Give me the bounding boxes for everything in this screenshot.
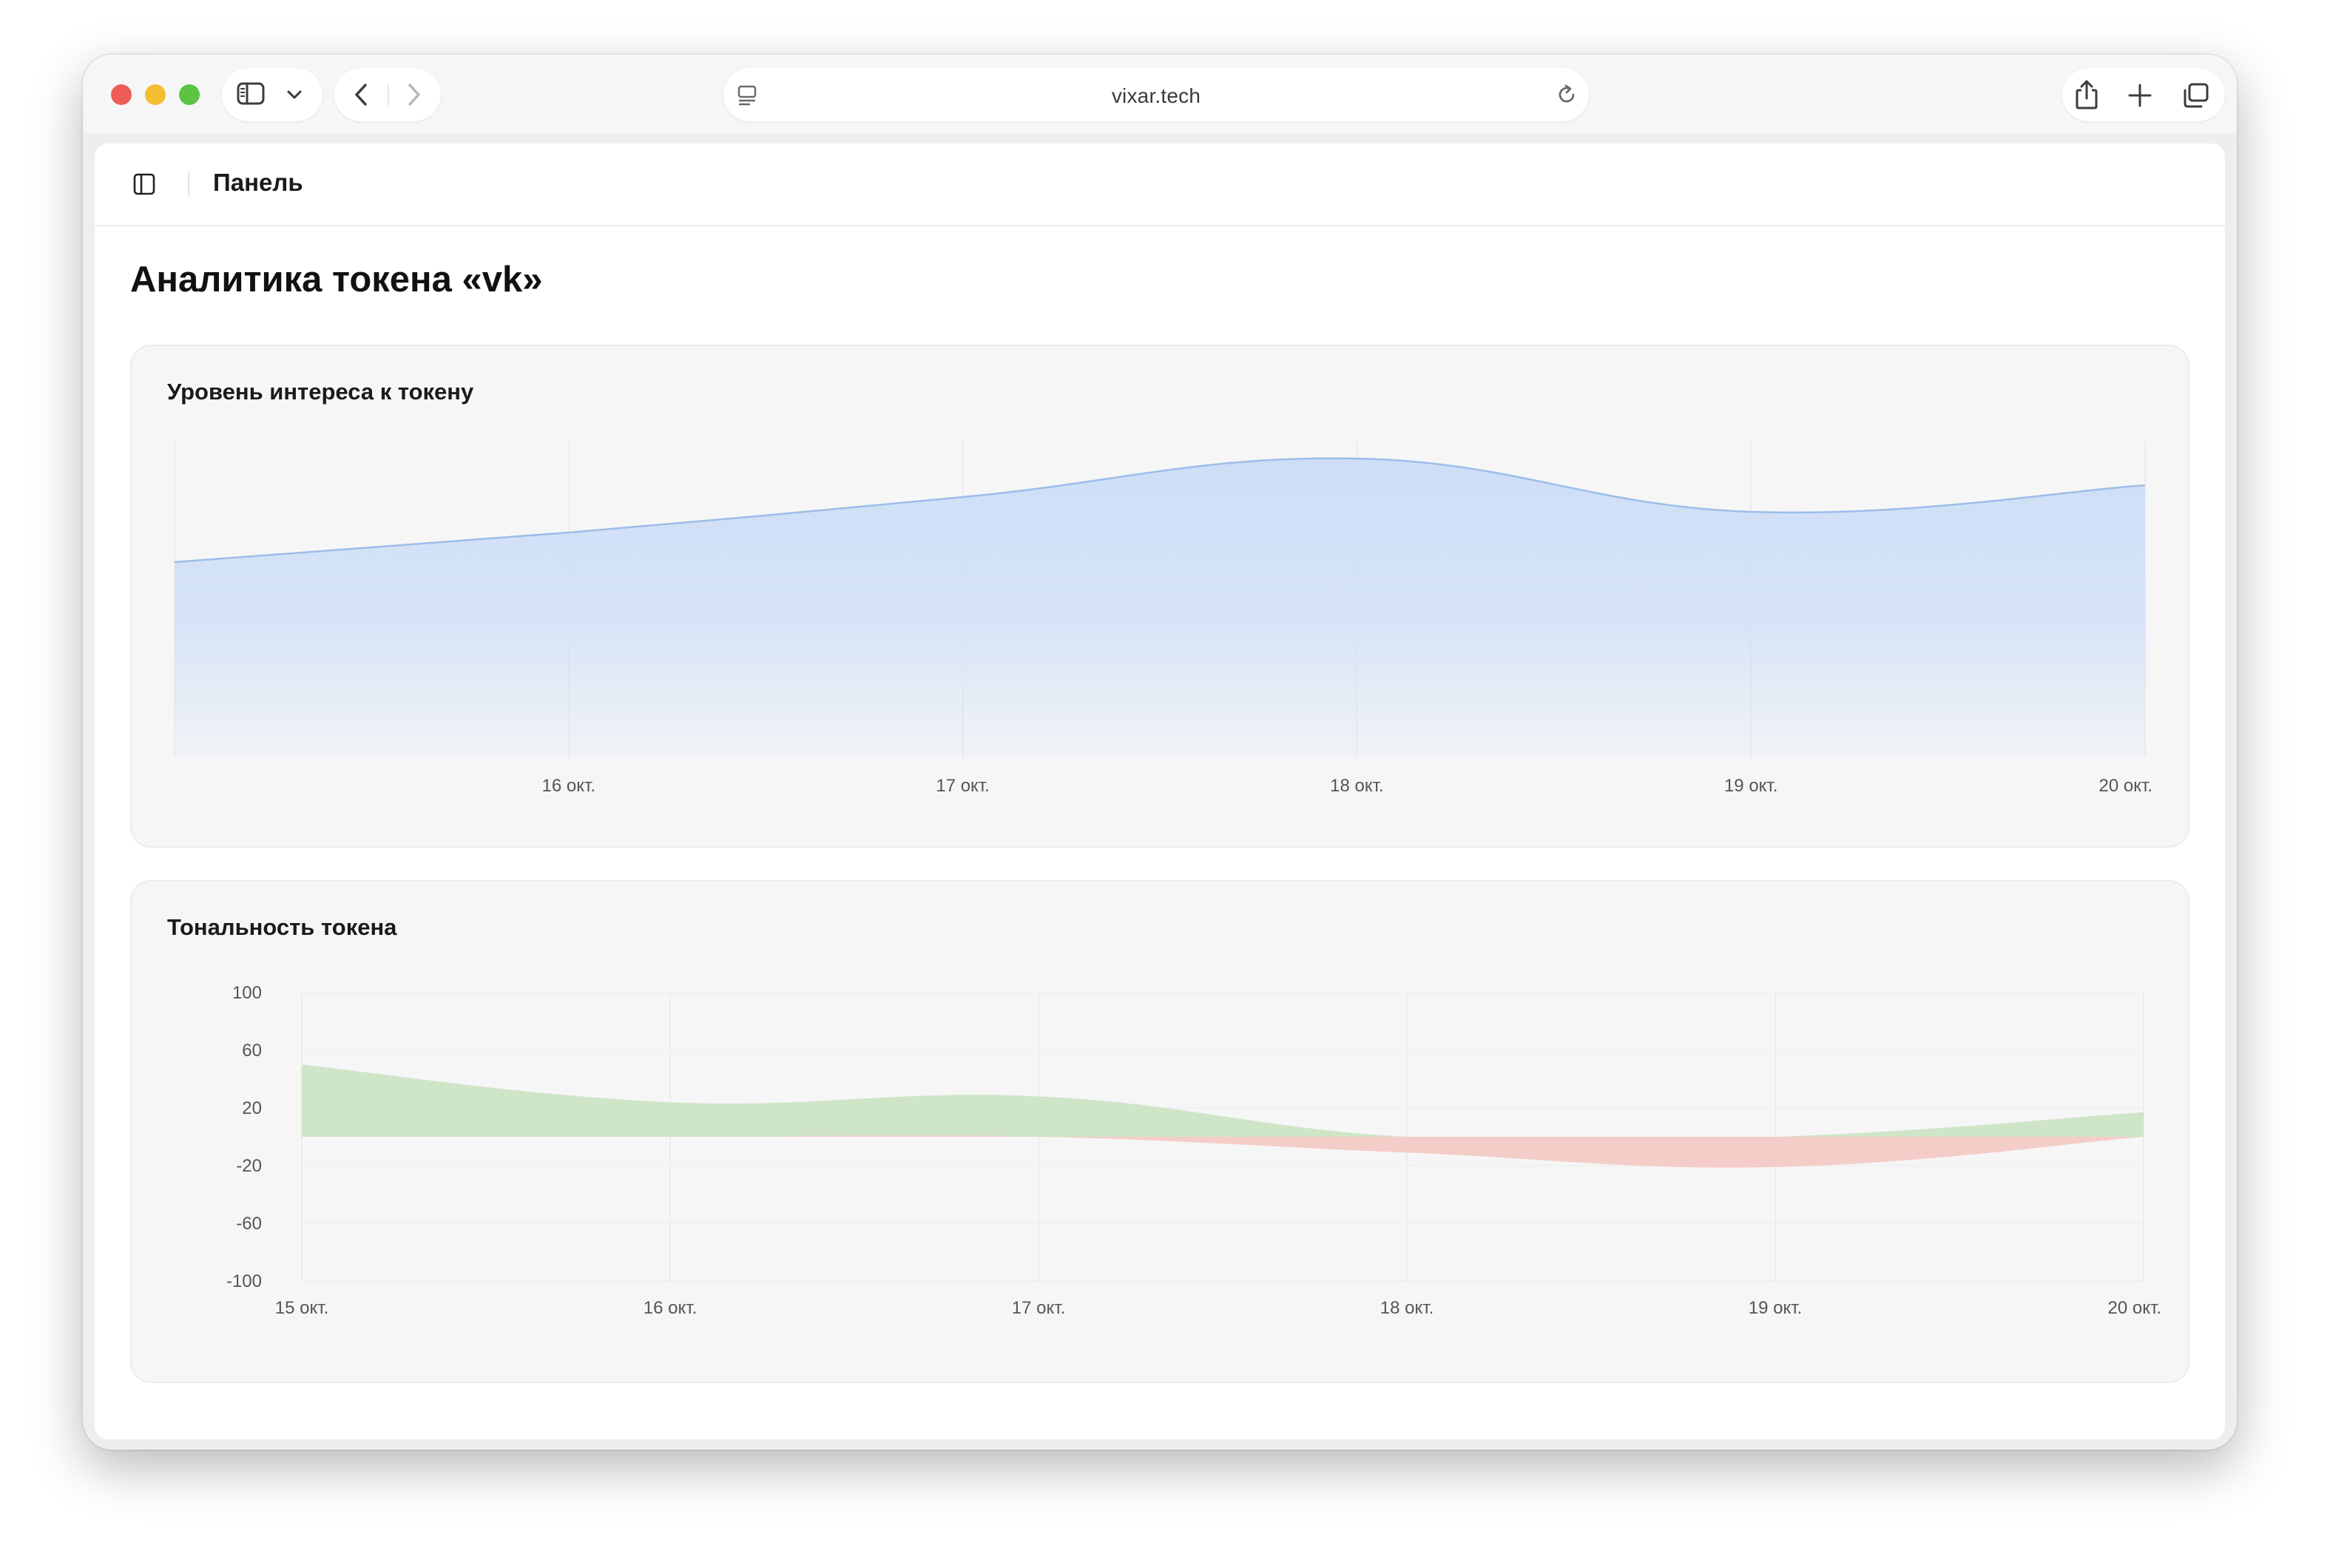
chevron-down-icon[interactable] [286,87,303,102]
interest-area [175,458,2145,757]
navigation-group [334,68,441,121]
share-icon[interactable] [2073,78,2101,111]
toolbar-actions-group [2062,68,2225,121]
sentiment-y-tick-label: 20 [242,1098,262,1118]
sentiment-positive-area [302,1064,2144,1142]
sentiment-x-tick-label: 18 окт. [1380,1298,1434,1318]
back-icon[interactable] [351,81,373,108]
sentiment-x-tick-label: 17 окт. [1012,1298,1065,1318]
header-title: Панель [213,169,303,196]
sentiment-y-tick-label: -100 [226,1271,262,1291]
sentiment-y-tick-label: -20 [236,1156,262,1176]
url-text: vixar.tech [1111,84,1201,107]
browser-window: vixar.tech Панель Аналитика токена «vk» … [83,55,2237,1450]
sentiment-x-tick-label: 16 окт. [644,1298,697,1318]
sentiment-chart-card: Тональность токена 100 60 20 -20 -60 -100 15 о… [130,880,2189,1383]
page-title: Аналитика токена «vk» [130,260,543,300]
sentiment-y-tick-label: -60 [236,1214,262,1234]
close-window-button[interactable] [111,84,132,105]
sentiment-chart: 100 60 20 -20 -60 -100 15 окт. 16 окт. 17 окт. 18… [226,983,2161,1318]
minimize-window-button[interactable] [145,84,166,105]
sentiment-negative-area [302,1135,2144,1168]
interest-chart: 16 окт. 17 окт. 18 окт. 19 окт. 20 окт. [174,441,2152,796]
interest-x-tick-label: 18 окт. [1330,776,1383,796]
sidebar-toggle-icon[interactable] [133,173,155,195]
interest-x-tick-label: 20 окт. [2099,776,2152,796]
reload-icon[interactable] [1555,83,1578,107]
sentiment-y-tick-label: 100 [232,983,262,1003]
sentiment-y-tick-label: 60 [242,1041,262,1061]
sidebar-icon[interactable] [237,81,265,107]
sentiment-x-tick-label: 15 окт. [275,1298,328,1318]
header-divider [188,172,189,197]
interest-x-tick-label: 19 окт. [1724,776,1777,796]
forward-icon[interactable] [402,81,425,108]
zoom-window-button[interactable] [179,84,200,105]
sidebar-toggle-group [222,68,323,121]
browser-toolbar: vixar.tech [83,55,2237,133]
sentiment-x-tick-label: 20 окт. [2108,1298,2161,1318]
page-content: Панель Аналитика токена «vk» Уровень инт… [95,143,2225,1439]
sentiment-x-tick-label: 19 окт. [1749,1298,1802,1318]
interest-chart-card: Уровень интереса к токену 16 окт. 17 окт.… [130,345,2189,848]
interest-x-tick-label: 17 окт. [936,776,989,796]
app-header: Панель [95,143,2225,226]
new-tab-icon[interactable] [2127,83,2152,108]
nav-separator [388,84,389,105]
tab-overview-icon[interactable] [2181,81,2210,109]
interest-x-tick-label: 16 окт. [542,776,595,796]
address-bar[interactable]: vixar.tech [723,68,1589,121]
